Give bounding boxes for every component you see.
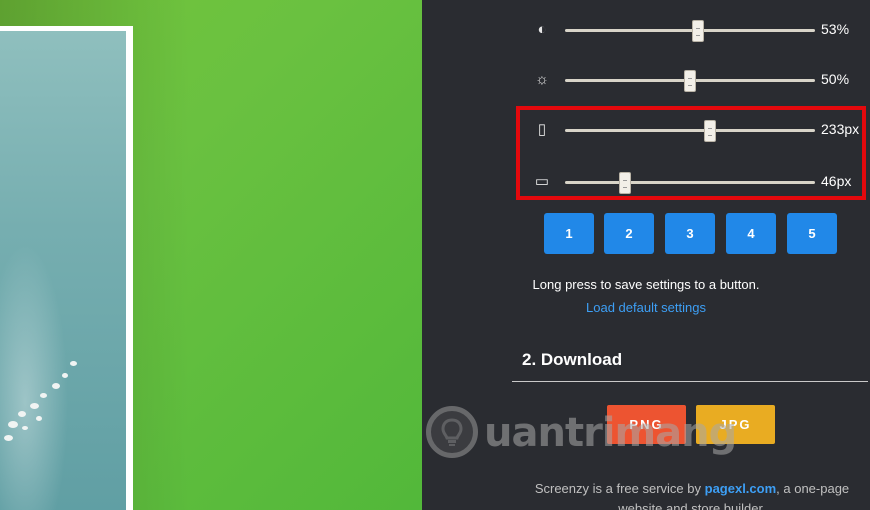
load-defaults-link[interactable]: Load default settings — [422, 300, 870, 315]
preset-button-5[interactable]: 5 — [787, 213, 837, 254]
footer-text: Screenzy is a free service by pagexl.com… — [516, 479, 868, 510]
contrast-slider-row: ◐ 53% — [422, 17, 870, 43]
brightness-slider-row: ☼ 50% — [422, 67, 870, 93]
download-jpg-button[interactable]: JPG — [696, 405, 775, 444]
preset-button-4[interactable]: 4 — [726, 213, 776, 254]
brightness-icon: ☼ — [535, 71, 549, 88]
preset-button-1[interactable]: 1 — [544, 213, 594, 254]
contrast-slider[interactable] — [565, 20, 815, 42]
brightness-slider[interactable] — [565, 70, 815, 92]
contrast-value: 53% — [821, 21, 850, 37]
photo-frame — [0, 26, 133, 510]
brightness-value: 50% — [821, 71, 850, 87]
highlight-box — [516, 106, 866, 200]
download-png-button[interactable]: PNG — [607, 405, 686, 444]
presets-hint: Long press to save settings to a button. — [532, 277, 760, 292]
section-divider — [512, 381, 868, 382]
pagexl-link[interactable]: pagexl.com — [705, 481, 777, 496]
preview-photo — [0, 31, 126, 510]
footer-prefix: Screenzy is a free service by — [534, 481, 705, 496]
contrast-icon: ◐ — [537, 21, 547, 38]
preset-button-2[interactable]: 2 — [604, 213, 654, 254]
preset-button-3[interactable]: 3 — [665, 213, 715, 254]
download-section-title: 2. Download — [522, 350, 623, 369]
contrast-slider-thumb[interactable] — [691, 20, 704, 42]
brightness-slider-thumb[interactable] — [684, 70, 696, 92]
screenshot-preview — [0, 0, 422, 510]
